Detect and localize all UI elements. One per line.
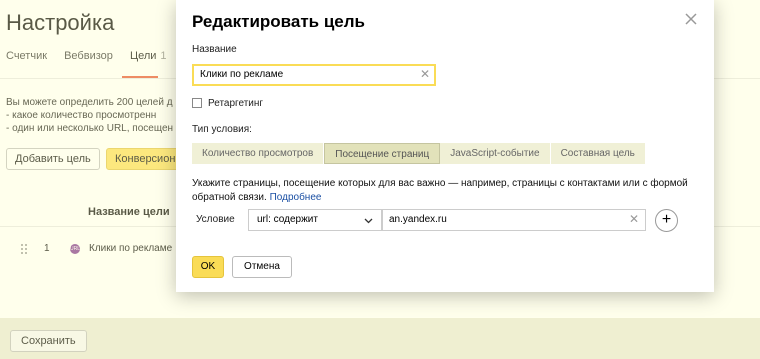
retargeting-checkbox[interactable]	[192, 98, 202, 108]
condition-type-composite[interactable]: Составная цель	[550, 143, 646, 164]
retargeting-label: Ретаргетинг	[208, 98, 264, 109]
more-link[interactable]: Подробнее	[270, 192, 322, 203]
condition-type-views[interactable]: Количество просмотров	[192, 143, 325, 164]
add-condition-button[interactable]: +	[655, 209, 678, 232]
condition-type-page-visits[interactable]: Посещение страниц	[324, 143, 441, 164]
cancel-button[interactable]: Отмена	[232, 256, 292, 278]
condition-type-js-event[interactable]: JavaScript-событие	[440, 143, 551, 164]
condition-hint: Укажите страницы, посещение которых для …	[192, 177, 700, 205]
edit-goal-dialog: Редактировать цель Название Клики по рек…	[176, 0, 714, 292]
condition-url-input[interactable]: an.yandex.ru	[382, 209, 646, 231]
condition-type-label: Тип условия:	[192, 124, 252, 135]
clear-icon[interactable]: ✕	[629, 212, 639, 226]
goal-name-input[interactable]: Клики по рекламе	[192, 64, 436, 86]
ok-button[interactable]: OK	[192, 256, 224, 278]
condition-operator-select[interactable]: url: содержит	[248, 209, 382, 231]
clear-icon[interactable]: ✕	[420, 67, 430, 81]
name-label: Название	[192, 44, 237, 55]
condition-type-switch: Количество просмотров Посещение страниц …	[192, 143, 646, 164]
condition-operator-value: url: содержит	[257, 214, 318, 225]
plus-icon: +	[661, 211, 672, 228]
condition-label: Условие	[196, 214, 235, 225]
close-icon[interactable]	[684, 12, 698, 26]
chevron-down-icon	[364, 218, 373, 224]
dialog-title: Редактировать цель	[192, 12, 366, 31]
hint-text: Укажите страницы, посещение которых для …	[192, 178, 688, 203]
